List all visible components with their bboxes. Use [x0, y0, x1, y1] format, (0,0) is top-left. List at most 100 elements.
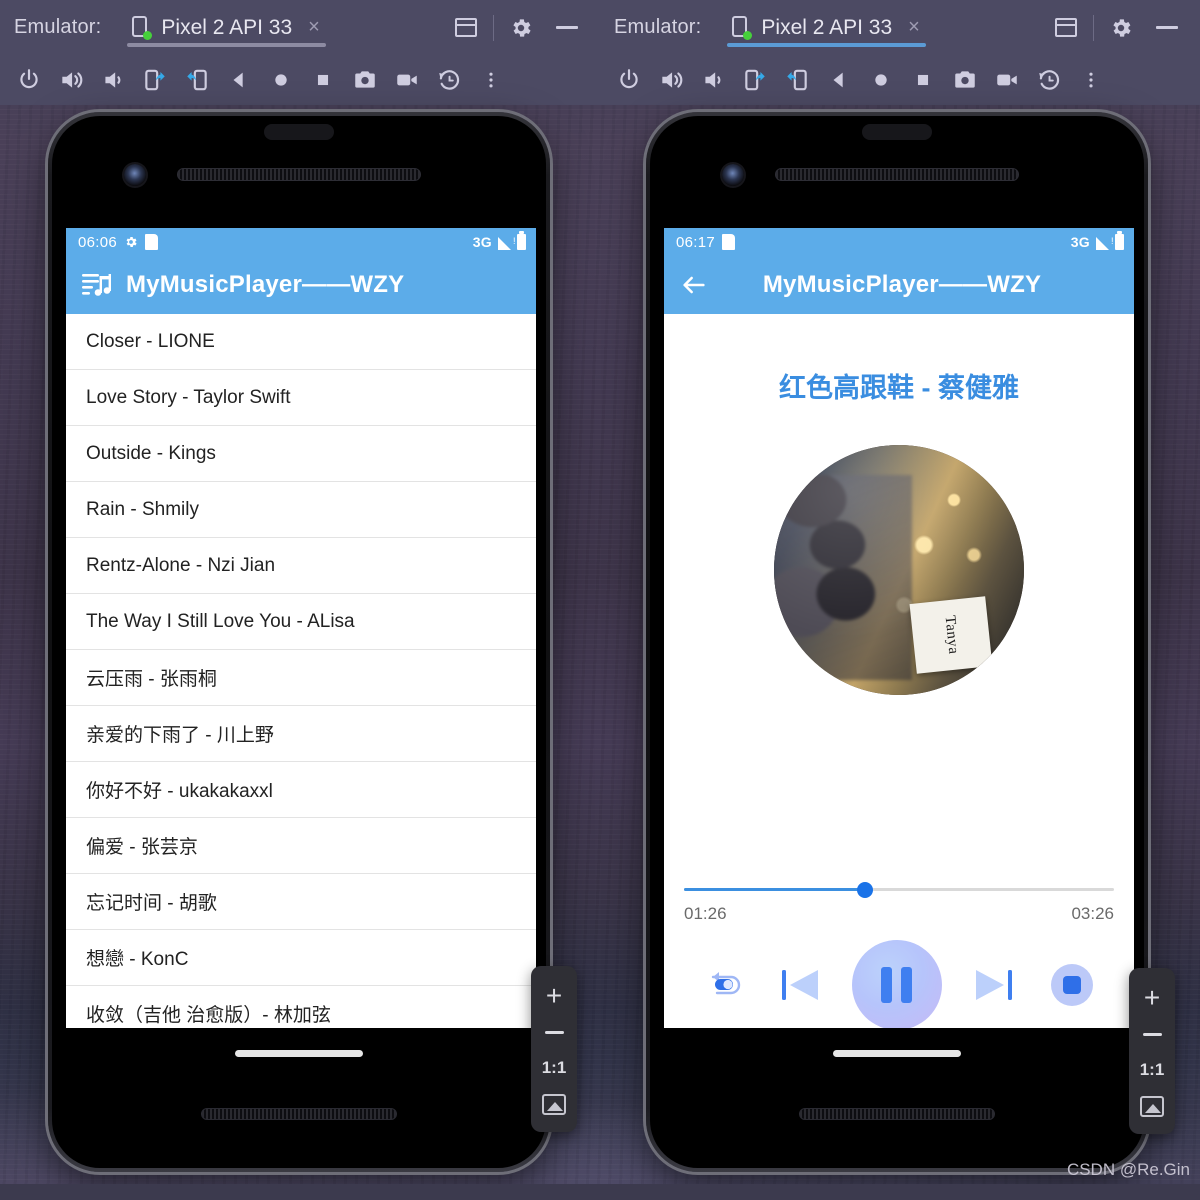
dock-window-icon: [1055, 18, 1077, 37]
actual-size-button[interactable]: 1:1: [531, 1050, 577, 1086]
song-list: Closer - LIONE Love Story - Taylor Swift…: [66, 314, 536, 1028]
list-item[interactable]: Love Story - Taylor Swift: [66, 370, 536, 426]
back-arrow-icon[interactable]: [680, 271, 708, 299]
list-item[interactable]: Outside - Kings: [66, 426, 536, 482]
actual-size-button[interactable]: 1:1: [1129, 1052, 1175, 1088]
rotate-right-button[interactable]: [776, 55, 818, 105]
list-item[interactable]: Rentz-Alone - Nzi Jian: [66, 538, 536, 594]
emulator-titlebar: Emulator: Pixel 2 API 33 ×: [0, 0, 600, 55]
rotate-right-button[interactable]: [176, 55, 218, 105]
rotate-left-button[interactable]: [134, 55, 176, 105]
playback-controls: [664, 940, 1134, 1028]
overview-nav-button[interactable]: [902, 55, 944, 105]
list-item[interactable]: The Way I Still Love You - ALisa: [66, 594, 536, 650]
restore-history-button[interactable]: [1028, 55, 1070, 105]
list-item[interactable]: 你好不好 - ukakakaxxl: [66, 762, 536, 818]
screenshot-button[interactable]: [944, 55, 986, 105]
emulator-tab-pixel2-2[interactable]: Pixel 2 API 33 ×: [727, 0, 926, 55]
list-item[interactable]: Closer - LIONE: [66, 314, 536, 370]
settings-button[interactable]: [498, 0, 544, 55]
volume-up-button[interactable]: [50, 55, 92, 105]
zoom-in-label: +: [545, 980, 563, 1011]
volume-up-button[interactable]: [650, 55, 692, 105]
list-item[interactable]: 收敛（吉他 治愈版）- 林加弦: [66, 986, 536, 1028]
list-item[interactable]: 想戀 - KonC: [66, 930, 536, 986]
stop-button[interactable]: [1047, 960, 1097, 1010]
list-item[interactable]: 亲爱的下雨了 - 川上野: [66, 706, 536, 762]
screenshot-save-button[interactable]: [531, 1086, 577, 1122]
player-panel: 红色高跟鞋 - 蔡健雅 Tanya: [664, 314, 1134, 1028]
android-screen-right: 06:17 3G MyMusicPlayer——WZY: [664, 228, 1134, 1028]
album-art-gloss: [774, 445, 1024, 695]
record-video-button[interactable]: [986, 55, 1028, 105]
app-title-left: MyMusicPlayer——WZY: [126, 271, 405, 298]
home-nav-button[interactable]: [860, 55, 902, 105]
record-video-button[interactable]: [386, 55, 428, 105]
total-time-label: 03:26: [1071, 904, 1114, 923]
actual-size-label: 1:1: [541, 1058, 567, 1077]
android-status-bar-left: 06:06 3G: [66, 228, 536, 256]
power-button[interactable]: [608, 55, 650, 105]
actual-size-label: 1:1: [1139, 1060, 1165, 1079]
zoom-out-button[interactable]: [531, 1014, 577, 1050]
list-item[interactable]: 偏爱 - 张芸京: [66, 818, 536, 874]
gear-icon: [1109, 16, 1133, 40]
volume-down-button[interactable]: [692, 55, 734, 105]
screenshot-root: Emulator: Pixel 2 API 33 × Emulator: Pix…: [0, 0, 1200, 1200]
seek-thumb[interactable]: [856, 881, 873, 898]
tab-close-icon[interactable]: ×: [308, 16, 320, 39]
home-indicator: [833, 1050, 961, 1057]
rotate-left-button[interactable]: [734, 55, 776, 105]
back-nav-button[interactable]: [218, 55, 260, 105]
back-nav-button[interactable]: [818, 55, 860, 105]
minimize-button[interactable]: [1144, 0, 1190, 55]
screenshot-button[interactable]: [344, 55, 386, 105]
next-button[interactable]: [968, 960, 1020, 1010]
minimize-button[interactable]: [544, 0, 590, 55]
emulator-toolbar-2: [600, 55, 1200, 105]
status-bar-left-group: 06:06: [78, 233, 159, 251]
volume-down-button[interactable]: [92, 55, 134, 105]
dock-window-button[interactable]: [1043, 0, 1089, 55]
settings-button[interactable]: [1098, 0, 1144, 55]
previous-button[interactable]: [774, 960, 826, 1010]
phone-bezel-right: 06:17 3G MyMusicPlayer——WZY: [650, 116, 1144, 1168]
zoom-out-icon: [544, 1030, 564, 1034]
home-nav-button[interactable]: [260, 55, 302, 105]
list-item[interactable]: 云压雨 - 张雨桐: [66, 650, 536, 706]
list-item[interactable]: 忘记时间 - 胡歌: [66, 874, 536, 930]
signal-icon: [498, 236, 516, 250]
repeat-button[interactable]: [701, 965, 747, 1005]
image-icon: [542, 1093, 566, 1115]
status-clock: 06:06: [78, 233, 118, 251]
screenshot-save-button[interactable]: [1129, 1088, 1175, 1124]
more-options-button[interactable]: [470, 55, 512, 105]
tab-label: Pixel 2 API 33: [761, 15, 893, 39]
zoom-out-button[interactable]: [1129, 1016, 1175, 1052]
titlebar-controls-2: [1043, 0, 1190, 55]
dock-window-button[interactable]: [443, 0, 489, 55]
power-button[interactable]: [8, 55, 50, 105]
overview-nav-button[interactable]: [302, 55, 344, 105]
tab-close-icon[interactable]: ×: [908, 16, 920, 39]
app-title-right: MyMusicPlayer——WZY: [762, 271, 1042, 298]
restore-history-button[interactable]: [428, 55, 470, 105]
network-type-label: 3G: [1070, 234, 1090, 250]
gear-icon: [509, 16, 533, 40]
zoom-in-button[interactable]: +: [531, 978, 577, 1014]
bottom-speaker-grille: [201, 1108, 397, 1120]
gear-icon: [124, 235, 138, 249]
seek-bar[interactable]: [684, 881, 1114, 898]
emulator-tab-pixel2[interactable]: Pixel 2 API 33 ×: [127, 0, 326, 55]
list-item[interactable]: Rain - Shmily: [66, 482, 536, 538]
seek-progress-fill: [684, 888, 865, 891]
more-options-button[interactable]: [1070, 55, 1112, 105]
earpiece-speaker: [775, 168, 1019, 181]
emulator-titlebar-2: Emulator: Pixel 2 API 33 ×: [600, 0, 1200, 55]
android-screen-left: 06:06 3G MyMusicPlayer——WZY: [66, 228, 536, 1028]
seek-area: 01:26 03:26: [684, 881, 1114, 924]
play-pause-button[interactable]: [851, 940, 942, 1028]
queue-music-icon: [82, 272, 112, 298]
tab-underline: [127, 43, 326, 47]
zoom-in-button[interactable]: +: [1129, 980, 1175, 1016]
